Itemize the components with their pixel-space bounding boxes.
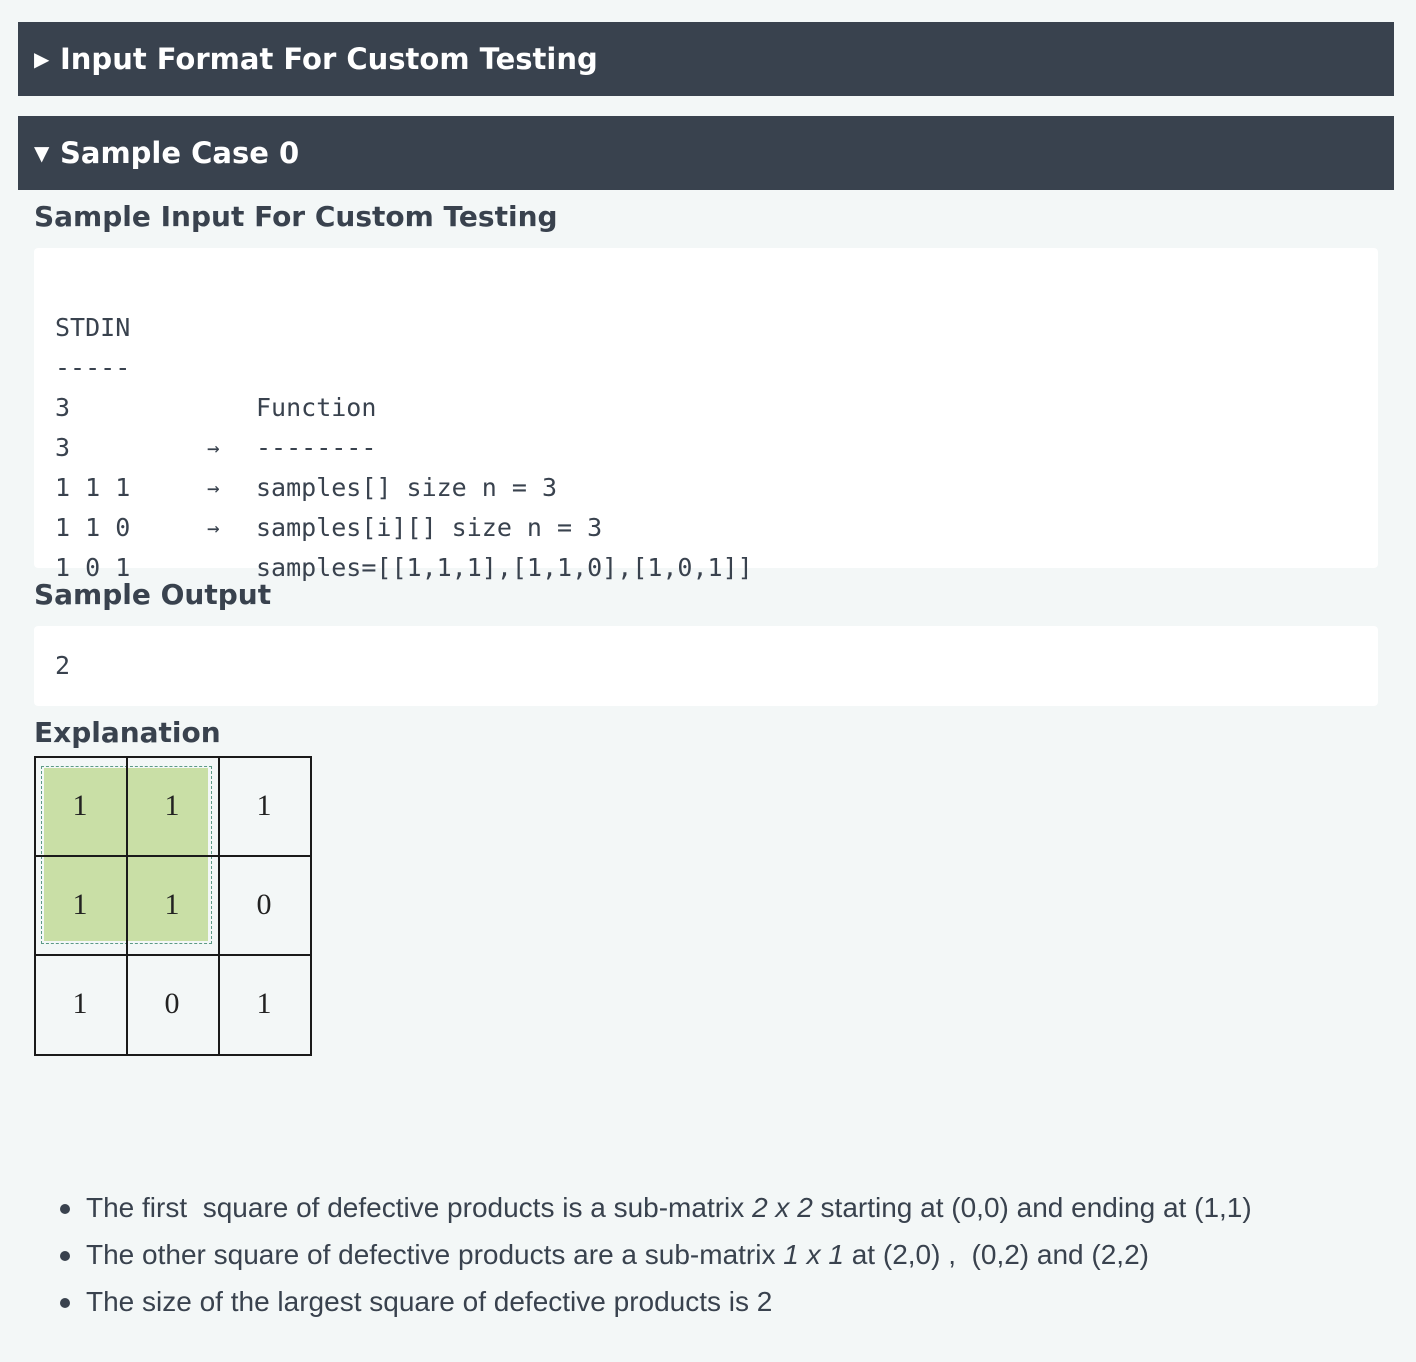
sample-output-heading: Sample Output <box>34 578 272 611</box>
code-line: STDIN Function <box>55 268 376 422</box>
triangle-right-icon: ▶ <box>34 47 50 71</box>
code-function: Function <box>256 393 377 422</box>
grid-line <box>310 756 312 1056</box>
list-item: The size of the largest square of defect… <box>60 1280 1252 1327</box>
bullet-text: The first square of defective products i… <box>86 1192 753 1223</box>
matrix-cell: 1 <box>72 987 88 1020</box>
arrow-icon: → <box>207 476 220 500</box>
code-line: 1 1 0 <box>55 468 130 542</box>
sample-output-code-block: 2 <box>34 626 1378 706</box>
arrow-icon: → <box>207 516 220 540</box>
code-line: ----- -------- <box>55 308 376 462</box>
section-input-format-title: Input Format For Custom Testing <box>60 42 598 76</box>
bullet-emphasis: 1 x 1 <box>783 1239 844 1270</box>
section-sample-case-header[interactable]: ▼ Sample Case 0 <box>18 116 1394 190</box>
grid-line <box>34 1054 312 1056</box>
sample-input-code-block: STDIN Function ----- -------- 3 → sample… <box>34 248 1378 582</box>
code-function: samples[i][] size n = 3 <box>256 513 603 542</box>
code-line: 1 0 1 <box>55 508 130 582</box>
bullet-text: The size of the largest square of defect… <box>86 1286 773 1317</box>
code-function: samples[] size n = 3 <box>256 473 558 502</box>
list-item: The other square of defective products a… <box>60 1233 1252 1280</box>
section-input-format-header[interactable]: ▶ Input Format For Custom Testing <box>18 22 1394 96</box>
list-item: The first square of defective products i… <box>60 1186 1252 1233</box>
explanation-matrix-figure: 1 1 1 1 1 0 1 0 1 <box>34 756 312 1056</box>
code-function: -------- <box>256 433 377 462</box>
bullet-text: The other square of defective products a… <box>86 1239 784 1270</box>
sample-output-value: 2 <box>55 651 71 680</box>
triangle-down-icon: ▼ <box>34 141 50 165</box>
bullet-emphasis: 2 x 2 <box>752 1192 813 1223</box>
section-sample-case-title: Sample Case 0 <box>60 136 300 170</box>
explanation-list: The first square of defective products i… <box>40 1186 1252 1327</box>
code-function: samples=[[1,1,1],[1,1,0],[1,0,1]] <box>256 553 753 582</box>
matrix-cell: 1 <box>164 887 180 921</box>
sample-input-heading: Sample Input For Custom Testing <box>34 200 558 233</box>
matrix-cell: 1 <box>72 788 88 822</box>
matrix-cell: 1 <box>72 887 88 921</box>
bullet-text: starting at (0,0) and ending at (1,1) <box>812 1192 1252 1223</box>
code-line: 3 → samples[i][] size n = 3 <box>55 388 602 542</box>
matrix-cell: 1 <box>164 788 180 822</box>
code-line: 1 1 1 → samples=[[1,1,1],[1,1,0],[1,0,1]… <box>55 428 753 582</box>
arrow-icon: → <box>207 436 220 460</box>
bullet-text: at (2,0) , (0,2) and (2,2) <box>843 1239 1149 1270</box>
matrix-cell: 1 <box>256 788 272 822</box>
explanation-heading: Explanation <box>34 716 221 749</box>
matrix-cell: 1 <box>256 987 272 1020</box>
code-line: 3 → samples[] size n = 3 <box>55 348 557 502</box>
matrix-cell: 0 <box>164 987 180 1020</box>
matrix-cell: 0 <box>256 887 272 921</box>
